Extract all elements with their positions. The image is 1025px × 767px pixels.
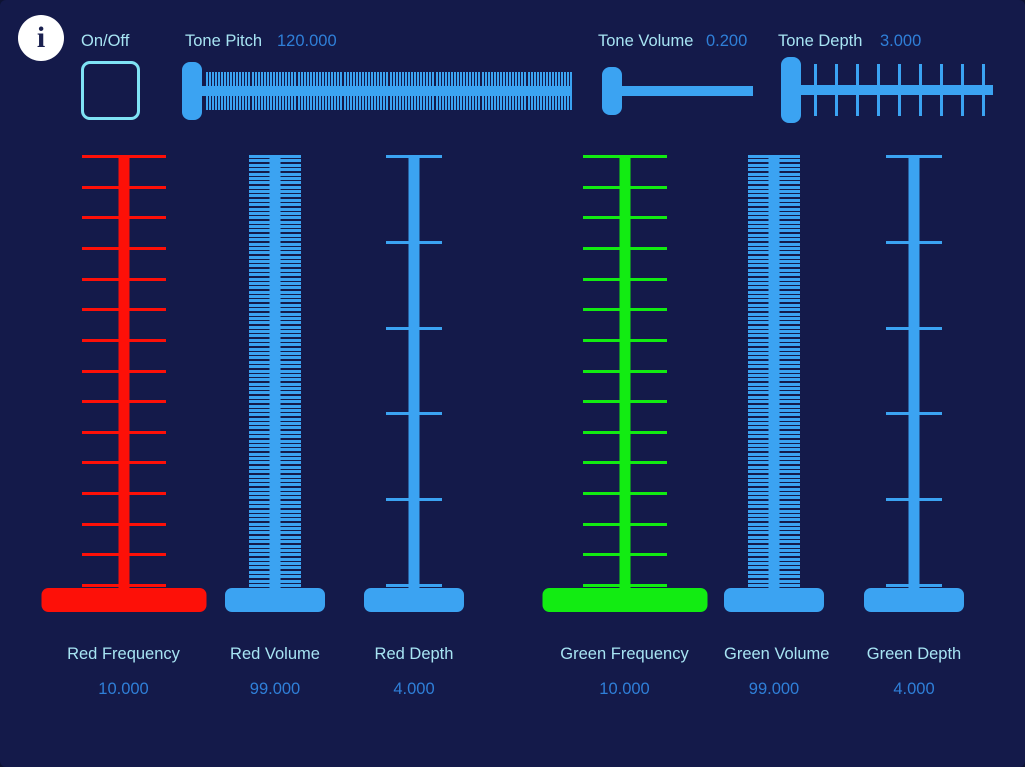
slider-value: 10.000 [599, 680, 650, 698]
hs-tone-volume-thumb[interactable] [602, 67, 622, 115]
tone-control-panel: i On/Off Tone Pitch 120.000 Tone Volume … [0, 0, 1025, 767]
slider-label: Red Depth [374, 645, 454, 663]
info-icon-glyph: i [36, 21, 46, 54]
tone-pitch-value: 120.000 [277, 32, 337, 50]
slider-label: Red Frequency [67, 645, 180, 663]
slider-red-frequency[interactable]: Red Frequency 10.000 [40, 155, 207, 698]
slider-red-depth[interactable]: Red Depth 4.000 [364, 155, 464, 698]
header-bar: i On/Off Tone Pitch 120.000 Tone Volume … [0, 0, 1025, 140]
track[interactable] [908, 155, 920, 612]
tone-depth-label: Tone Depth [778, 32, 863, 50]
thumb[interactable] [225, 588, 325, 612]
slider-value: 4.000 [393, 680, 435, 698]
slider-value: 10.000 [98, 680, 149, 698]
track[interactable] [269, 155, 281, 612]
thumb[interactable] [364, 588, 464, 612]
slider-label: Green Depth [866, 645, 962, 663]
thumb[interactable] [41, 588, 206, 612]
slider-label: Red Volume [230, 645, 320, 663]
slider-green-depth[interactable]: Green Depth 4.000 [864, 155, 964, 698]
onoff-checkbox[interactable] [81, 61, 140, 120]
track[interactable] [118, 155, 129, 612]
thumb[interactable] [542, 588, 707, 612]
track[interactable] [768, 155, 780, 612]
track[interactable] [619, 155, 630, 612]
hs-tone-depth-thumb[interactable] [781, 57, 801, 123]
tone-pitch-slider[interactable] [182, 60, 574, 122]
slider-label: Green Volume [724, 645, 830, 663]
slider-value: 4.000 [893, 680, 935, 698]
tone-depth-slider[interactable] [781, 55, 995, 125]
onoff-label: On/Off [81, 32, 130, 50]
tone-volume-value: 0.200 [706, 32, 748, 50]
hs-tone-pitch-thumb[interactable] [182, 62, 202, 120]
slider-value: 99.000 [748, 680, 800, 698]
track[interactable] [408, 155, 420, 612]
slider-label: Green Frequency [560, 645, 689, 663]
slider-value: 99.000 [249, 680, 301, 698]
tone-volume-slider[interactable] [602, 60, 755, 122]
hs-tone-depth-track[interactable] [781, 85, 993, 95]
hs-tone-pitch-track[interactable] [182, 86, 572, 96]
hs-tone-volume-track[interactable] [602, 86, 753, 96]
thumb[interactable] [864, 588, 964, 612]
info-icon[interactable]: i [18, 15, 64, 61]
tone-pitch-label: Tone Pitch [185, 32, 263, 50]
thumb[interactable] [724, 588, 824, 612]
slider-green-volume[interactable]: Green Volume 99.000 [724, 155, 830, 698]
slider-red-volume[interactable]: Red Volume 99.000 [225, 155, 325, 698]
tone-volume-label: Tone Volume [598, 32, 694, 50]
slider-green-frequency[interactable]: Green Frequency 10.000 [541, 155, 708, 698]
tone-depth-value: 3.000 [880, 32, 922, 50]
